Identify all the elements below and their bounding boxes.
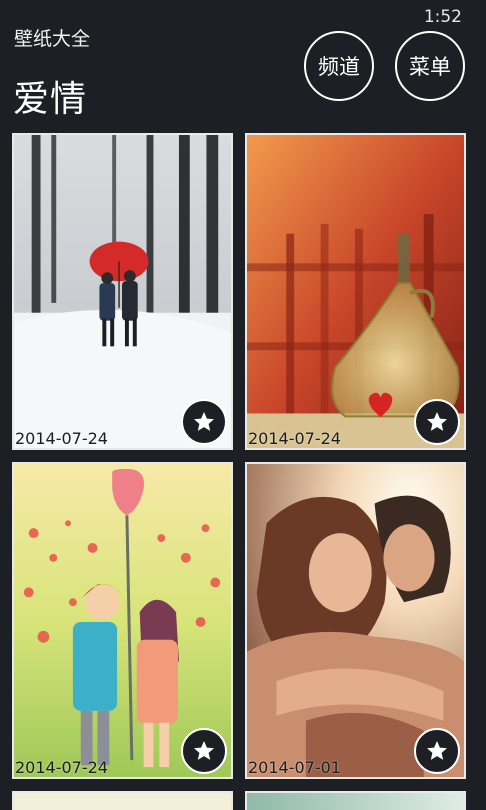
wallpaper-card[interactable] [12, 791, 233, 810]
favorite-button[interactable] [181, 399, 227, 445]
favorite-button[interactable] [414, 399, 460, 445]
star-icon [427, 741, 447, 760]
wallpaper-date: 2014-07-24 [15, 758, 108, 777]
wallpaper-card[interactable]: 2014-07-01 [245, 462, 466, 779]
menu-button[interactable]: 菜单 [395, 31, 465, 101]
wallpaper-card[interactable]: 2014-07-24 [12, 133, 233, 450]
wallpaper-date: 2014-07-01 [248, 758, 341, 777]
wallpaper-date: 2014-07-24 [15, 429, 108, 448]
channel-button[interactable]: 频道 [304, 31, 374, 101]
star-icon [427, 412, 447, 431]
status-time: 1:52 [423, 7, 462, 27]
wallpaper-image-partial [14, 793, 231, 810]
wallpaper-date: 2014-07-24 [248, 429, 341, 448]
wallpaper-card[interactable]: 2014-07-24 [245, 133, 466, 450]
wallpaper-card[interactable]: 2014-07-24 [12, 462, 233, 779]
favorite-button[interactable] [414, 728, 460, 774]
wallpaper-image-partial [247, 793, 464, 810]
star-icon [194, 741, 214, 760]
favorite-button[interactable] [181, 728, 227, 774]
wallpaper-card[interactable] [245, 791, 466, 810]
star-icon [194, 412, 214, 431]
page-title: 爱情 [13, 79, 88, 120]
app-title: 壁纸大全 [14, 28, 91, 50]
